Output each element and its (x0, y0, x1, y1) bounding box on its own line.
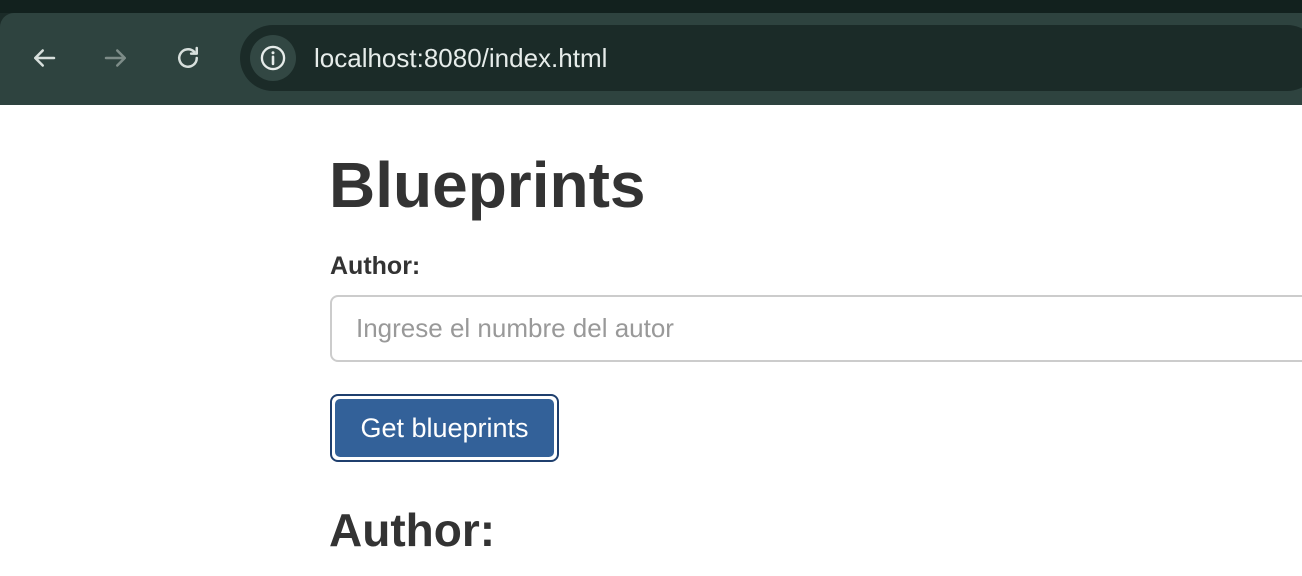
url-text[interactable]: localhost:8080/index.html (314, 43, 607, 73)
info-icon (260, 45, 286, 71)
forward-button[interactable] (98, 40, 134, 76)
site-info-button[interactable] (250, 35, 296, 81)
author-label: Author: (330, 252, 421, 280)
browser-toolbar: localhost:8080/index.html (0, 13, 1302, 105)
tab-strip (0, 0, 1302, 13)
get-blueprints-label: Get blueprints (335, 399, 554, 457)
back-button[interactable] (26, 40, 62, 76)
author-heading: Author: (329, 504, 496, 556)
get-blueprints-button[interactable]: Get blueprints (330, 394, 559, 462)
arrow-left-icon (34, 49, 56, 67)
reload-button[interactable] (170, 40, 206, 76)
page-title: Blueprints (329, 149, 646, 221)
arrow-right-icon (104, 49, 126, 67)
page-content: Blueprints Author: Get blueprints Author… (0, 105, 1302, 576)
browser-chrome: localhost:8080/index.html (0, 0, 1302, 105)
address-bar[interactable]: localhost:8080/index.html (240, 25, 1302, 91)
reload-icon (178, 46, 198, 68)
author-input[interactable] (330, 295, 1302, 362)
